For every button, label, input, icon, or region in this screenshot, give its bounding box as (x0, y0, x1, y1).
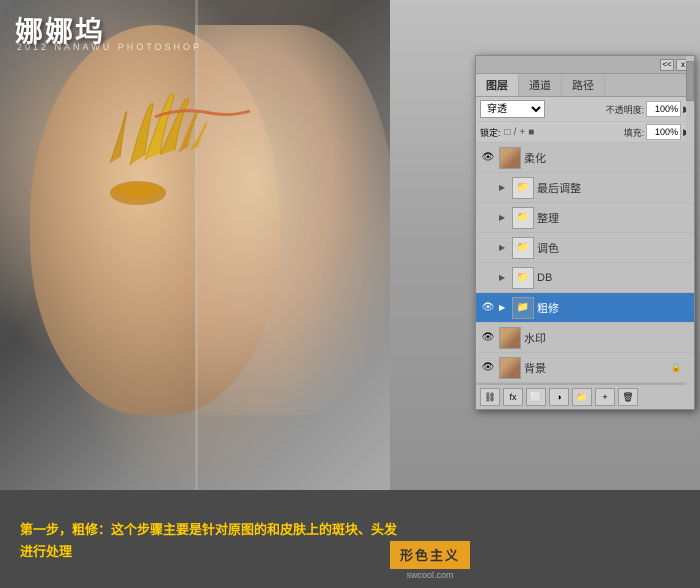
caption-area: 第一步，粗修：这个步骤主要是针对原图的和皮肤上的斑块、头发 进行处理 (20, 500, 397, 578)
yellow-paint-overlay (70, 85, 250, 210)
face-right-retouched (195, 25, 390, 415)
opacity-label: 不透明度: (606, 103, 645, 116)
layer-visibility-toggle[interactable]: 👁 (480, 150, 496, 166)
split-line (195, 0, 198, 490)
bottom-bar: 第一步，粗修：这个步骤主要是针对原图的和皮肤上的斑块、头发 进行处理 (0, 490, 700, 588)
add-style-button[interactable]: fx (503, 388, 523, 406)
layer-item[interactable]: 👁 ▶ 📁 调色 (476, 233, 694, 263)
panel-collapse-button[interactable]: << (660, 59, 674, 71)
caption-line1: 第一步，粗修：这个步骤主要是针对原图的和皮肤上的斑块、头发 (20, 518, 397, 541)
layer-thumbnail: 📁 (512, 267, 534, 289)
layer-name: 调色 (537, 240, 682, 256)
new-group-button[interactable]: 📁 (572, 388, 592, 406)
photoshop-layers-panel: << x 图层 通道 路径 穿透 正常 溶解 正片叠底 滤色 (475, 55, 695, 410)
watermark-box: 形色主义 (390, 541, 470, 569)
layer-item[interactable]: 👁 ▶ 📁 DB (476, 263, 694, 293)
panel-bottom-toolbar: ⛓ fx ⬜ ◑ 📁 + 🗑 (476, 384, 694, 409)
new-adjustment-button[interactable]: ◑ (549, 388, 569, 406)
layer-thumbnail (499, 147, 521, 169)
add-mask-button[interactable]: ⬜ (526, 388, 546, 406)
blend-mode-dropdown[interactable]: 穿透 正常 溶解 正片叠底 滤色 (480, 100, 545, 118)
layer-expand-arrow[interactable]: ▶ (499, 273, 509, 282)
layer-name: 粗修 (537, 300, 682, 316)
layer-expand-arrow[interactable]: ▶ (499, 303, 509, 312)
lock-fill-row: 锁定: □ / + ■ 填充: ▶ (476, 122, 694, 143)
caption-line2: 进行处理 (20, 541, 397, 560)
lock-label: 锁定: (480, 126, 501, 139)
layer-name: DB (537, 272, 682, 284)
lock-pixels-icon[interactable]: / (514, 127, 517, 138)
layer-visibility-toggle[interactable]: 👁 (480, 360, 496, 376)
lock-icons: □ / + ■ (505, 127, 535, 138)
lock-transparent-icon[interactable]: □ (505, 127, 511, 138)
layer-name: 背景 (524, 360, 668, 376)
layer-item[interactable]: 👁 ▶ 📁 最后调整 (476, 173, 694, 203)
layer-expand-arrow[interactable]: ▶ (499, 183, 509, 192)
fill-row: 填充: ▶ (624, 124, 690, 140)
panel-header: << x (476, 56, 694, 74)
layer-visibility-toggle[interactable]: 👁 (480, 300, 496, 316)
layer-name: 水印 (524, 330, 682, 346)
opacity-row: 不透明度: ▶ (606, 101, 690, 117)
opacity-input[interactable] (646, 101, 681, 117)
fill-input[interactable] (646, 124, 681, 140)
link-layers-button[interactable]: ⛓ (480, 388, 500, 406)
photo-background (0, 0, 390, 490)
layer-item-selected[interactable]: 👁 ▶ 📁 粗修 (476, 293, 694, 323)
new-layer-button[interactable]: + (595, 388, 615, 406)
fill-label: 填充: (624, 126, 645, 139)
layer-expand-arrow[interactable]: ▶ (499, 213, 509, 222)
layer-thumbnail (499, 327, 521, 349)
watermark-area: 形色主义 swcool.com (390, 541, 470, 580)
layer-thumbnail: 📁 (512, 237, 534, 259)
panel-tabs: 图层 通道 路径 (476, 74, 694, 97)
layer-visibility-toggle[interactable]: 👁 (480, 330, 496, 346)
layer-item[interactable]: 👁 柔化 (476, 143, 694, 173)
layer-name: 柔化 (524, 150, 682, 166)
blend-opacity-row: 穿透 正常 溶解 正片叠底 滤色 不透明度: ▶ (476, 97, 694, 122)
layer-item[interactable]: 👁 ▶ 📁 整理 (476, 203, 694, 233)
layer-thumbnail (499, 357, 521, 379)
watermark-sub: swcool.com (390, 570, 470, 580)
lock-all-icon[interactable]: ■ (528, 127, 534, 138)
tab-layers[interactable]: 图层 (476, 74, 519, 96)
layers-list: 👁 柔化 👁 ▶ 📁 最后调整 👁 ▶ 📁 整理 👁 ▶ (476, 143, 694, 384)
main-container: 娜娜坞 2012 NANAWU PHOTOSHOP << x 图层 通道 路径 (0, 0, 700, 588)
layer-item[interactable]: 👁 水印 (476, 323, 694, 353)
tab-channels[interactable]: 通道 (519, 74, 562, 96)
layer-expand-arrow[interactable]: ▶ (499, 243, 509, 252)
layer-item[interactable]: 👁 背景 🔒 (476, 353, 694, 383)
lock-position-icon[interactable]: + (519, 127, 525, 138)
layer-name: 最后调整 (537, 180, 682, 196)
layer-thumbnail: 📁 (512, 207, 534, 229)
layer-lock-indicator: 🔒 (671, 362, 682, 373)
layer-thumbnail: 📁 (512, 177, 534, 199)
tab-paths[interactable]: 路径 (562, 74, 605, 96)
layer-name: 整理 (537, 210, 682, 226)
watermark-text: 形色主义 (400, 548, 460, 563)
logo-subtitle: 2012 NANAWU PHOTOSHOP (17, 42, 202, 52)
layer-thumbnail: 📁 (512, 297, 534, 319)
delete-layer-button[interactable]: 🗑 (618, 388, 638, 406)
